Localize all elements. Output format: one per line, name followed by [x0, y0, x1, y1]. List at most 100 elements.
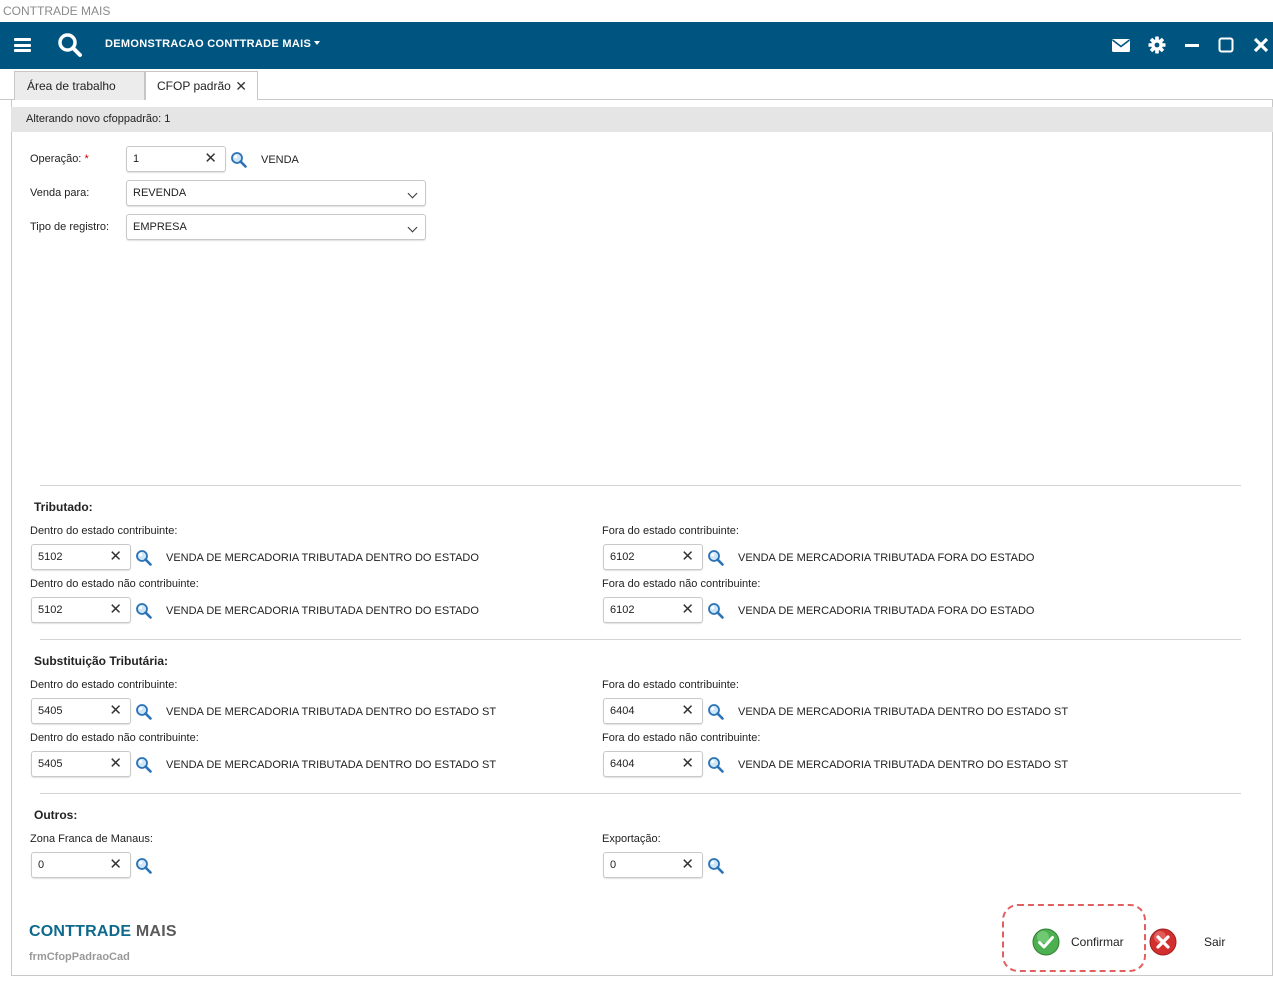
clear-icon[interactable]: ✕: [109, 548, 122, 566]
trib-fora-contrib-label: Fora do estado contribuinte:: [602, 525, 739, 537]
st-fora-nao-contrib-desc: VENDA DE MERCADORIA TRIBUTADA DENTRO DO …: [738, 759, 1069, 771]
caret-down-icon: [314, 40, 321, 45]
exit-button[interactable]: Sair: [1149, 927, 1231, 957]
operacao-desc: VENDA: [261, 154, 299, 166]
clear-icon[interactable]: ✕: [109, 702, 122, 720]
lookup-search-icon[interactable]: [230, 151, 247, 168]
lookup-search-icon[interactable]: [135, 857, 152, 874]
minimize-icon[interactable]: [1182, 36, 1202, 54]
trib-fora-contrib-input[interactable]: 6102 ✕: [603, 544, 703, 570]
lookup-search-icon[interactable]: [135, 602, 152, 619]
lookup-search-icon[interactable]: [135, 756, 152, 773]
venda-para-value: REVENDA: [133, 187, 187, 199]
lookup-search-icon[interactable]: [707, 549, 724, 566]
clear-icon[interactable]: ✕: [681, 856, 694, 874]
chevron-down-icon: [407, 222, 418, 233]
operacao-input[interactable]: 1 ✕: [126, 146, 226, 172]
trib-fora-nao-contrib-desc: VENDA DE MERCADORIA TRIBUTADA FORA DO ES…: [738, 605, 1035, 617]
st-fora-contrib-desc: VENDA DE MERCADORIA TRIBUTADA DENTRO DO …: [738, 706, 1069, 718]
operacao-label: Operação: *: [30, 153, 89, 165]
close-circle-icon: [1149, 928, 1177, 956]
search-icon[interactable]: [57, 32, 83, 58]
required-mark: *: [84, 153, 89, 165]
exportacao-value: 0: [610, 859, 617, 871]
chevron-down-icon: [407, 188, 418, 199]
st-dentro-contrib-label: Dentro do estado contribuinte:: [30, 679, 178, 691]
lookup-search-icon[interactable]: [135, 703, 152, 720]
section-divider: [40, 485, 1241, 486]
zona-franca-value: 0: [38, 859, 45, 871]
zona-franca-label: Zona Franca de Manaus:: [30, 833, 153, 845]
trib-dentro-nao-contrib-value: 5102: [38, 604, 63, 616]
st-dentro-nao-contrib-desc: VENDA DE MERCADORIA TRIBUTADA DENTRO DO …: [166, 759, 497, 771]
venda-para-label: Venda para:: [30, 187, 90, 199]
confirm-label: Confirmar: [1071, 935, 1124, 949]
st-fora-nao-contrib-value: 6404: [610, 758, 635, 770]
clear-icon[interactable]: ✕: [681, 601, 694, 619]
lookup-search-icon[interactable]: [135, 549, 152, 566]
st-fora-contrib-input[interactable]: 6404 ✕: [603, 698, 703, 724]
confirm-button[interactable]: Confirmar: [1032, 927, 1132, 957]
tab-area-de-trabalho[interactable]: Área de trabalho: [14, 71, 145, 101]
clear-icon[interactable]: ✕: [109, 601, 122, 619]
check-icon: [1032, 928, 1060, 956]
zona-franca-input[interactable]: 0 ✕: [31, 852, 131, 878]
menu-icon[interactable]: [14, 38, 31, 52]
gear-icon[interactable]: [1147, 36, 1167, 54]
trib-dentro-nao-contrib-input[interactable]: 5102 ✕: [31, 597, 131, 623]
trib-fora-nao-contrib-value: 6102: [610, 604, 635, 616]
lookup-search-icon[interactable]: [707, 857, 724, 874]
brand-main: CONTTRADE: [29, 923, 132, 940]
close-tab-icon[interactable]: ✕: [235, 72, 247, 100]
company-selector[interactable]: DEMONSTRACAO CONTTRADE MAIS: [105, 38, 321, 50]
form-header: Alterando novo cfoppadrão: 1: [11, 107, 1273, 132]
trib-dentro-nao-contrib-desc: VENDA DE MERCADORIA TRIBUTADA DENTRO DO …: [166, 605, 479, 617]
clear-icon[interactable]: ✕: [681, 548, 694, 566]
clear-icon[interactable]: ✕: [204, 150, 217, 168]
lookup-search-icon[interactable]: [707, 703, 724, 720]
st-dentro-contrib-input[interactable]: 5405 ✕: [31, 698, 131, 724]
brand-logo: CONTTRADE MAIS: [29, 923, 177, 941]
trib-fora-contrib-value: 6102: [610, 551, 635, 563]
clear-icon[interactable]: ✕: [109, 856, 122, 874]
st-fora-contrib-value: 6404: [610, 705, 635, 717]
exit-label: Sair: [1204, 935, 1226, 949]
st-title: Substituição Tributária:: [34, 654, 169, 668]
trib-fora-contrib-desc: VENDA DE MERCADORIA TRIBUTADA FORA DO ES…: [738, 552, 1035, 564]
st-dentro-contrib-value: 5405: [38, 705, 63, 717]
st-fora-nao-contrib-input[interactable]: 6404 ✕: [603, 751, 703, 777]
maximize-icon[interactable]: [1216, 36, 1236, 54]
venda-para-select[interactable]: REVENDA: [126, 180, 426, 206]
tab-label: Área de trabalho: [27, 79, 116, 93]
close-window-icon[interactable]: [1251, 36, 1271, 54]
lookup-search-icon[interactable]: [707, 602, 724, 619]
trib-fora-nao-contrib-label: Fora do estado não contribuinte:: [602, 578, 761, 590]
clear-icon[interactable]: ✕: [681, 702, 694, 720]
form-name: frmCfopPadraoCad: [29, 951, 130, 963]
tipo-registro-select[interactable]: EMPRESA: [126, 214, 426, 240]
trib-fora-nao-contrib-input[interactable]: 6102 ✕: [603, 597, 703, 623]
top-navbar: DEMONSTRACAO CONTTRADE MAIS: [0, 22, 1273, 69]
trib-dentro-contrib-input[interactable]: 5102 ✕: [31, 544, 131, 570]
exportacao-label: Exportação:: [602, 833, 661, 845]
operacao-value: 1: [133, 153, 140, 165]
tab-bar: Área de trabalho CFOP padrão ✕: [0, 69, 1273, 101]
trib-dentro-contrib-label: Dentro do estado contribuinte:: [30, 525, 178, 537]
trib-dentro-contrib-value: 5102: [38, 551, 63, 563]
clear-icon[interactable]: ✕: [109, 755, 122, 773]
tipo-registro-label: Tipo de registro:: [30, 221, 110, 233]
st-fora-contrib-label: Fora do estado contribuinte:: [602, 679, 739, 691]
operacao-label-text: Operação:: [30, 153, 82, 165]
st-dentro-contrib-desc: VENDA DE MERCADORIA TRIBUTADA DENTRO DO …: [166, 706, 497, 718]
tab-cfop-padrao[interactable]: CFOP padrão ✕: [145, 71, 258, 101]
envelope-icon[interactable]: [1111, 36, 1131, 54]
company-name: DEMONSTRACAO CONTTRADE MAIS: [105, 38, 312, 50]
st-dentro-nao-contrib-input[interactable]: 5405 ✕: [31, 751, 131, 777]
tab-label: CFOP padrão: [157, 79, 231, 93]
outros-title: Outros:: [34, 808, 78, 822]
clear-icon[interactable]: ✕: [681, 755, 694, 773]
exportacao-input[interactable]: 0 ✕: [603, 852, 703, 878]
st-dentro-nao-contrib-value: 5405: [38, 758, 63, 770]
tributado-title: Tributado:: [34, 500, 93, 514]
lookup-search-icon[interactable]: [707, 756, 724, 773]
